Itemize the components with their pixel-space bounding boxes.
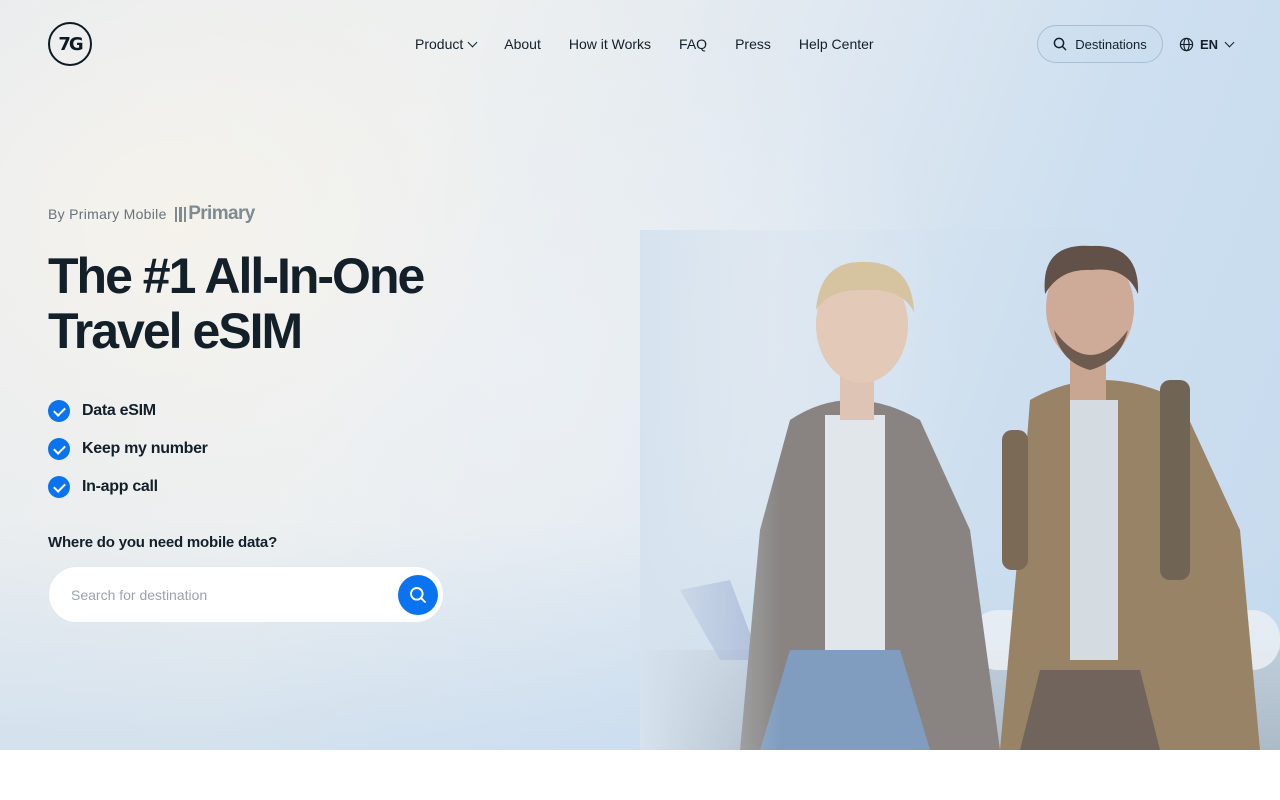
globe-icon (1179, 37, 1194, 51)
hero-section: 7G Product About How it Works FAQ Press … (0, 0, 1280, 750)
primary-logo-mark (174, 206, 187, 222)
feature-label: Data eSIM (82, 402, 156, 419)
headline-line-1: The #1 All-In-One (48, 248, 425, 304)
nav-item-label: About (504, 36, 541, 52)
brand-logo[interactable]: 7G (48, 22, 92, 66)
brand-logo-text: 7G (58, 33, 83, 55)
search-icon (1053, 37, 1067, 51)
list-item: Keep my number (48, 430, 208, 468)
feature-list: Data eSIM Keep my number In-app call (48, 392, 208, 506)
destinations-button[interactable]: Destinations (1037, 25, 1163, 63)
primary-logo: Primary (174, 203, 255, 225)
nav-item-help-center[interactable]: Help Center (799, 36, 874, 52)
nav-item-press[interactable]: Press (735, 36, 771, 52)
nav-item-faq[interactable]: FAQ (679, 36, 707, 52)
chevron-down-icon (467, 37, 478, 47)
search-icon (410, 587, 426, 603)
nav-item-how-it-works[interactable]: How it Works (569, 36, 651, 52)
language-code: EN (1200, 36, 1219, 52)
nav-item-label: Press (735, 36, 771, 52)
main-nav: Product About How it Works FAQ Press Hel… (415, 34, 874, 54)
chevron-down-icon (1224, 37, 1235, 47)
check-icon (48, 476, 70, 498)
nav-item-label: Help Center (798, 36, 874, 52)
headline-line-2: Travel eSIM (48, 303, 303, 359)
primary-logo-text: Primary (188, 203, 255, 224)
destination-search (48, 566, 444, 623)
check-icon (48, 400, 70, 422)
search-question: Where do you need mobile data? (48, 534, 278, 551)
nav-item-about[interactable]: About (504, 36, 541, 52)
feature-label: In-app call (82, 478, 158, 495)
destinations-label: Destinations (1075, 36, 1147, 52)
check-icon (48, 438, 70, 460)
nav-item-product[interactable]: Product (415, 36, 478, 52)
nav-item-label: FAQ (679, 36, 708, 52)
search-submit-button[interactable] (398, 575, 438, 615)
list-item: Data eSIM (48, 392, 208, 430)
partner-byline: By Primary Mobile Primary (48, 203, 255, 225)
hero-headline: The #1 All-In-One Travel eSIM (48, 249, 508, 359)
nav-item-label: Product (415, 36, 464, 52)
byline-text: By Primary Mobile (48, 206, 167, 222)
feature-label: Keep my number (82, 440, 208, 457)
hero-photo-travelers (640, 230, 1280, 750)
list-item: In-app call (48, 468, 208, 506)
language-selector[interactable]: EN (1179, 34, 1235, 54)
nav-item-label: How it Works (568, 36, 652, 52)
search-input[interactable] (71, 584, 391, 606)
